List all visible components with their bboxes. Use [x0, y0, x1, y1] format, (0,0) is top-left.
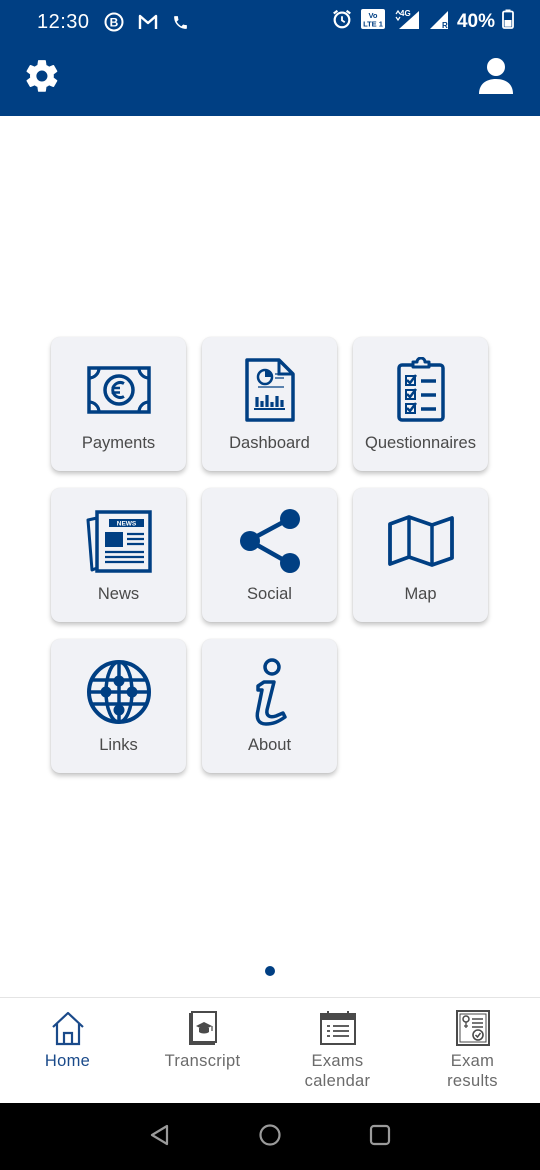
tile-payments[interactable]: Payments: [51, 337, 186, 471]
profile-button[interactable]: [476, 56, 516, 100]
home-circle-icon: [258, 1123, 282, 1152]
recents-button[interactable]: [368, 1123, 392, 1152]
recents-square-icon: [368, 1123, 392, 1152]
gear-icon: [23, 57, 61, 100]
tile-label: Social: [247, 585, 292, 603]
status-bar: 12:30 B Vo LTE 1 4G R 40%: [0, 0, 540, 44]
tile-news[interactable]: NEWS News: [51, 488, 186, 622]
bottom-navigation: Home Transcript Exams calendar Exam resu…: [0, 997, 540, 1103]
gmail-icon: [138, 14, 158, 30]
home-icon: [0, 1009, 135, 1047]
folded-map-icon: [353, 506, 488, 576]
svg-text:NEWS: NEWS: [116, 521, 136, 528]
alarm-icon: [331, 8, 353, 36]
system-navigation-bar: [0, 1103, 540, 1170]
battery-icon: [502, 9, 514, 35]
app-bar: 12:30 B Vo LTE 1 4G R 40%: [0, 0, 540, 116]
back-triangle-icon: [148, 1123, 172, 1152]
calendar-list-icon: [270, 1009, 405, 1047]
tile-label: Map: [404, 585, 437, 603]
info-icon: [202, 657, 337, 727]
tile-map[interactable]: Map: [353, 488, 488, 622]
volte-icon: Vo LTE 1: [360, 8, 386, 36]
tile-label: Questionnaires: [365, 434, 476, 452]
svg-text:B: B: [109, 16, 118, 30]
report-document-icon: [202, 355, 337, 425]
tile-label: News: [97, 585, 140, 603]
checklist-clipboard-icon: [353, 355, 488, 425]
nav-transcript[interactable]: Transcript: [135, 998, 270, 1104]
svg-text:4G: 4G: [400, 9, 411, 18]
nav-label: Exam results: [447, 1052, 498, 1090]
back-button[interactable]: [148, 1123, 172, 1152]
tile-dashboard[interactable]: Dashboard: [202, 337, 337, 471]
tile-links[interactable]: Links: [51, 639, 186, 773]
home-system-button[interactable]: [258, 1123, 282, 1152]
svg-text:LTE 1: LTE 1: [363, 20, 383, 29]
euro-banknote-icon: [51, 355, 186, 425]
4g-signal-icon: 4G: [393, 8, 421, 36]
nav-label: Transcript: [164, 1052, 241, 1070]
nav-home[interactable]: Home: [0, 998, 135, 1104]
globe-network-icon: [51, 657, 186, 727]
tile-questionnaires[interactable]: Questionnaires: [353, 337, 488, 471]
share-icon: [202, 506, 337, 576]
signal-r-icon: R: [428, 8, 450, 36]
page-indicator-dot: [265, 966, 275, 976]
tile-label: Payments: [81, 434, 156, 452]
nav-label: Exams calendar: [304, 1052, 371, 1090]
phone-icon: [172, 14, 189, 31]
tile-label: About: [247, 736, 292, 754]
nav-exam-results[interactable]: Exam results: [405, 998, 540, 1104]
certificate-icon: [405, 1009, 540, 1047]
user-icon: [478, 57, 514, 100]
status-time: 12:30: [37, 10, 90, 33]
tile-label: Links: [99, 736, 138, 754]
tile-social[interactable]: Social: [202, 488, 337, 622]
svg-text:R: R: [442, 21, 448, 30]
tile-label: Dashboard: [229, 434, 310, 452]
settings-button[interactable]: [22, 56, 62, 100]
battery-percent: 40%: [456, 11, 495, 32]
tile-about[interactable]: About: [202, 639, 337, 773]
transcript-book-icon: [135, 1009, 270, 1047]
b-circle-icon: B: [104, 12, 124, 32]
newspaper-icon: NEWS: [51, 506, 186, 576]
nav-label: Home: [44, 1052, 91, 1070]
nav-exams-calendar[interactable]: Exams calendar: [270, 998, 405, 1104]
